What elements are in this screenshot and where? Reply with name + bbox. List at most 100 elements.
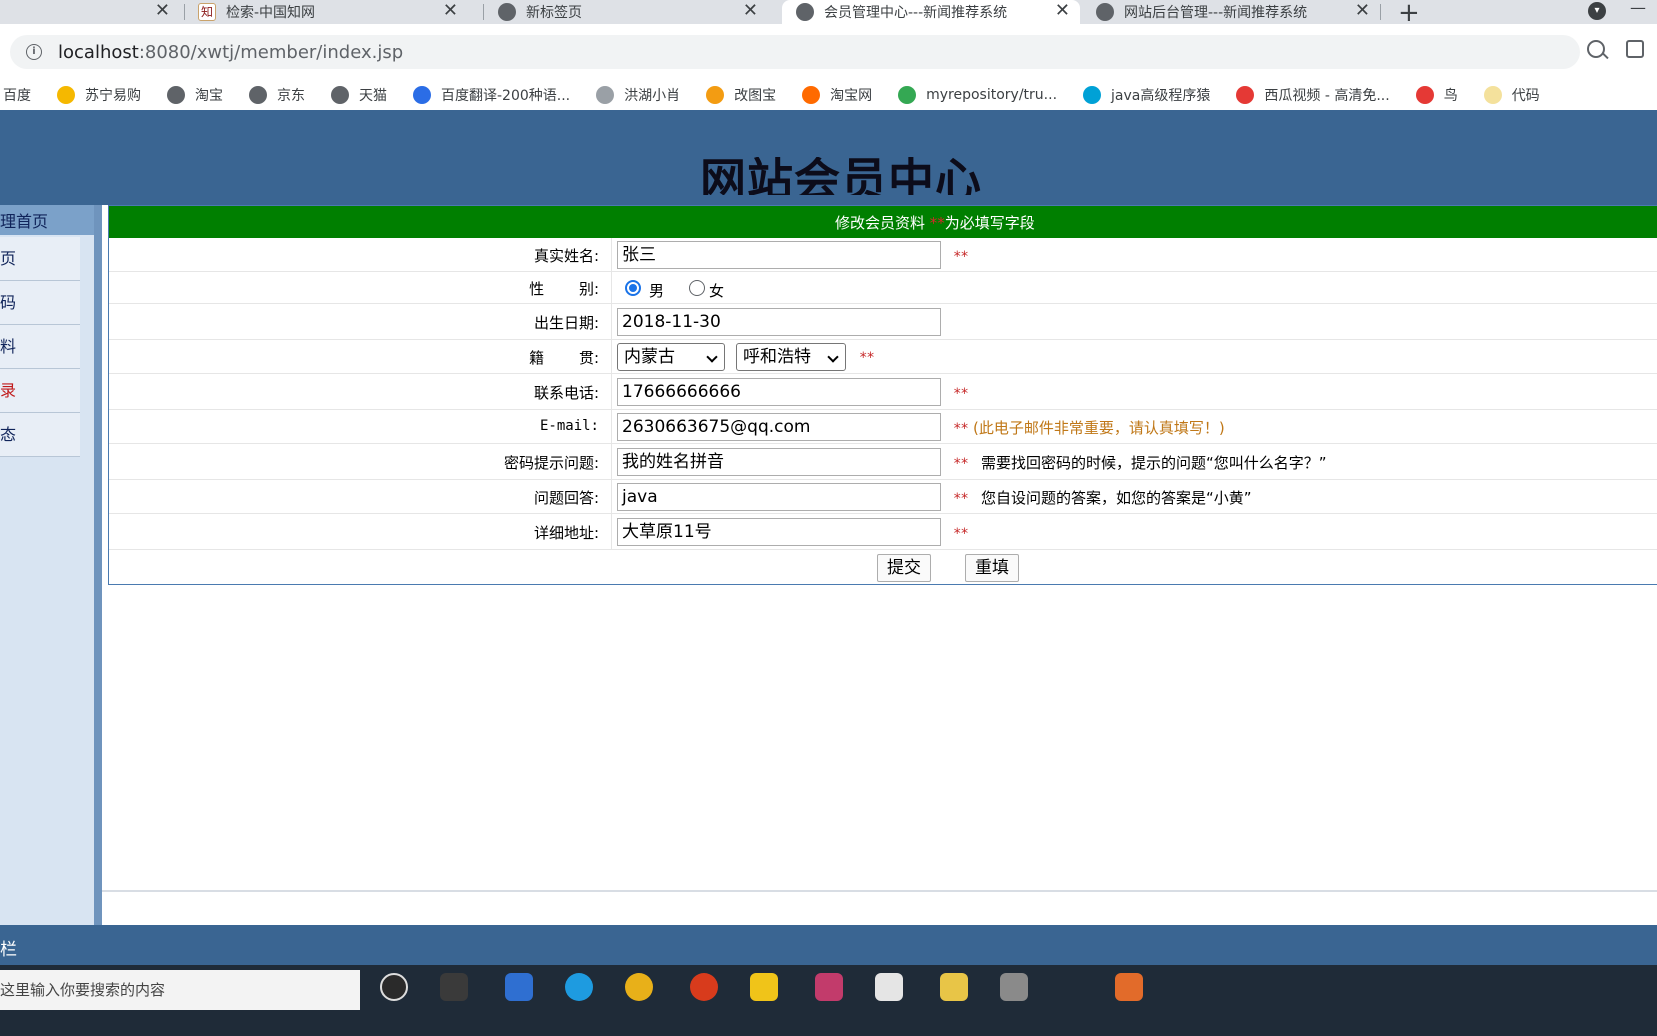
field-cell [611, 304, 612, 339]
sidebar-item-home[interactable]: 页 [0, 237, 80, 281]
province-select[interactable]: 内蒙古 [617, 343, 725, 371]
bookmark-item[interactable]: 鸟 [1415, 85, 1458, 105]
bookmark-item[interactable]: 淘宝网 [802, 85, 872, 105]
sidebar-item-logout[interactable]: 录 [0, 369, 80, 413]
bookmark-icon [802, 86, 821, 104]
globe-icon [1096, 3, 1114, 21]
taskbar-search-box[interactable]: 这里输入你要搜索的内容 [0, 970, 360, 1010]
tab-previous[interactable]: ✕ [0, 0, 180, 24]
field-cell [611, 272, 612, 303]
tab-separator [184, 4, 185, 20]
bookmark-label: 洪湖小肖 [624, 88, 681, 104]
page-banner: 网站会员中心 [0, 110, 1657, 205]
task-view-icon[interactable] [440, 973, 468, 1001]
bookmark-item[interactable]: myrepository/tru... [898, 86, 1057, 104]
bookmark-label: 天猫 [359, 88, 387, 104]
cnki-icon: 知 [198, 3, 216, 21]
bookmark-item[interactable]: 苏宁易购 [57, 85, 141, 105]
close-icon[interactable]: ✕ [443, 0, 458, 22]
required-mark: ** [953, 249, 969, 265]
real-name-input[interactable]: 张三 [617, 241, 941, 269]
tab-member-center[interactable]: 会员管理中心---新闻推荐系统 ✕ [782, 0, 1080, 24]
bookmark-item[interactable]: 代码 [1483, 85, 1540, 105]
chevron-down-icon [827, 351, 839, 363]
field-cell [611, 340, 612, 373]
form-row-buttons: 提交 重填 [109, 550, 1657, 586]
bookmark-item[interactable]: 京东 [249, 85, 305, 105]
app-icon[interactable] [1000, 973, 1028, 1001]
bookmark-item[interactable]: 百度翻译-200种语... [413, 85, 570, 105]
submit-button[interactable]: 提交 [877, 554, 931, 582]
question-input[interactable]: 我的姓名拼音 [617, 448, 941, 476]
notepad-icon[interactable] [875, 973, 903, 1001]
minimize-icon[interactable]: — [1630, 0, 1646, 17]
phone-input[interactable]: 17666666666 [617, 378, 941, 406]
field-cell [611, 444, 612, 479]
bookmark-item[interactable]: 西瓜视频 - 高清免... [1236, 85, 1390, 105]
email-input[interactable]: 2630663675@qq.com [617, 413, 941, 441]
cortana-icon[interactable] [380, 973, 408, 1001]
omnibox[interactable]: i localhost:8080/xwtj/member/index.jsp [10, 35, 1580, 69]
tab-title: 会员管理中心---新闻推荐系统 [824, 5, 1008, 21]
zoom-icon[interactable] [1587, 40, 1605, 58]
folder-icon[interactable] [750, 973, 778, 1001]
bookmark-item[interactable]: 百度 [3, 85, 31, 105]
form-row-native-place: 籍 贯: 内蒙古 呼和浩特 ** [109, 340, 1657, 374]
city-select[interactable]: 呼和浩特 [736, 343, 846, 371]
profile-form: 修改会员资料 **为必填写字段 真实姓名: 张三 ** 性 别: 男 女 出生日 [108, 205, 1657, 585]
url-host: localhost [58, 41, 139, 63]
url-text[interactable]: localhost:8080/xwtj/member/index.jsp [58, 42, 403, 63]
tab-new-tab[interactable]: 新标签页 ✕ [498, 0, 768, 24]
gender-female-radio[interactable] [689, 280, 705, 296]
close-icon[interactable]: ✕ [1355, 0, 1370, 22]
app-icon[interactable] [940, 973, 968, 1001]
field-cell [611, 480, 612, 513]
bookmark-item[interactable]: java高级程序猿 [1083, 85, 1210, 105]
bookmark-item[interactable]: 洪湖小肖 [596, 85, 680, 105]
app-icon[interactable] [505, 973, 533, 1001]
form-header-title: 修改会员资料 [835, 214, 926, 232]
question-label: 密码提示问题: [503, 454, 599, 472]
gender-male-radio[interactable] [625, 280, 641, 296]
bookmark-item[interactable]: 淘宝 [167, 85, 223, 105]
email-hint: (此电子邮件非常重要，请认真填写！) [973, 419, 1225, 437]
share-icon[interactable] [1626, 40, 1644, 58]
bookmark-label: java高级程序猿 [1111, 88, 1211, 104]
field-cell [611, 238, 612, 271]
close-icon[interactable]: ✕ [1055, 0, 1070, 22]
tab-search-icon[interactable]: ▾ [1588, 2, 1606, 20]
sidebar-item-status[interactable]: 态 [0, 413, 80, 457]
bookmark-icon [898, 86, 917, 104]
sidebar-header[interactable]: 理首页 [0, 205, 94, 235]
bookmark-item[interactable]: 改图宝 [706, 85, 776, 105]
close-icon[interactable]: ✕ [743, 0, 758, 22]
close-icon[interactable]: ✕ [155, 0, 170, 22]
reset-button[interactable]: 重填 [965, 554, 1019, 582]
field-cell [611, 514, 612, 549]
birth-date-input[interactable]: 2018-11-30 [617, 308, 941, 336]
sidebar-item-profile[interactable]: 料 [0, 325, 80, 369]
app-icon[interactable] [1115, 973, 1143, 1001]
footer-text: 栏 [0, 940, 17, 960]
required-mark: ** [953, 456, 969, 472]
app-icon[interactable] [815, 973, 843, 1001]
tab-cnki[interactable]: 知 检索-中国知网 ✕ [198, 0, 468, 24]
sidebar-item-password[interactable]: 码 [0, 281, 80, 325]
bookmark-item[interactable]: 天猫 [331, 85, 387, 105]
answer-input[interactable]: java [617, 483, 941, 511]
app-icon[interactable] [690, 973, 718, 1001]
edge-icon[interactable] [565, 973, 593, 1001]
site-info-icon[interactable]: i [26, 44, 42, 60]
form-row-address: 详细地址: 大草原11号 ** [109, 514, 1657, 550]
required-mark: ** [953, 386, 969, 402]
chrome-icon[interactable] [625, 973, 653, 1001]
email-label: E-mail: [539, 418, 599, 434]
required-mark: ** [859, 350, 875, 366]
city-value: 呼和浩特 [743, 347, 811, 367]
tab-admin[interactable]: 网站后台管理---新闻推荐系统 ✕ [1096, 0, 1380, 24]
birth-label: 出生日期: [533, 314, 599, 332]
tab-title: 检索-中国知网 [226, 5, 316, 21]
form-row-gender: 性 别: 男 女 [109, 272, 1657, 304]
address-input[interactable]: 大草原11号 [617, 518, 941, 546]
form-header-note: 为必填写字段 [944, 214, 1035, 232]
